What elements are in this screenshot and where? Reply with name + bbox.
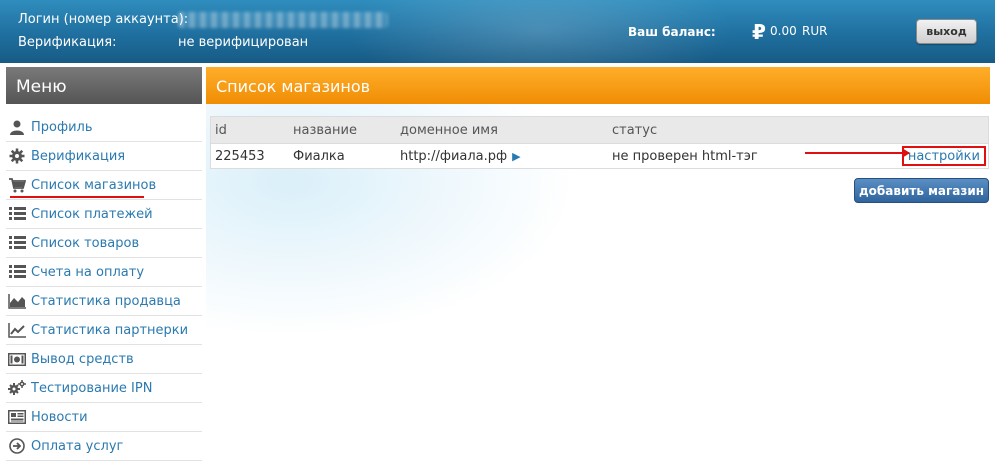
area-chart-icon xyxy=(8,293,26,309)
page-title: Список магазинов xyxy=(206,67,990,104)
money-icon xyxy=(8,351,26,367)
line-chart-icon xyxy=(8,322,26,338)
login-label: Логин (номер аккаунта): xyxy=(18,12,189,27)
logout-button[interactable]: выход xyxy=(916,19,977,44)
sidebar-menu: Профиль Верификация Список магазинов Спи… xyxy=(6,113,202,461)
shops-table: id название доменное имя статус 225453 Ф… xyxy=(210,116,989,169)
sidebar-item-label: Новости xyxy=(31,409,88,425)
cart-icon xyxy=(8,177,26,193)
sidebar-item-label: Оплата услуг xyxy=(31,438,124,454)
sidebar-item-services-payment[interactable]: Оплата услуг xyxy=(6,432,202,461)
column-header-name: название xyxy=(293,122,357,138)
add-shop-button[interactable]: добавить магазин xyxy=(854,178,989,203)
column-header-domain: доменное имя xyxy=(400,122,498,138)
sidebar-item-label: Статистика партнерки xyxy=(31,322,189,338)
annotation-arrow-icon xyxy=(805,148,910,158)
shop-status: не проверен html-тэг xyxy=(612,148,758,164)
ruble-icon: ₽ xyxy=(752,20,766,44)
arrow-circle-icon xyxy=(8,438,26,454)
balance-currency: RUR xyxy=(802,24,828,38)
login-value-blurred xyxy=(178,12,388,28)
settings-link[interactable]: настройки xyxy=(901,146,986,166)
sidebar-item-invoices[interactable]: Счета на оплату xyxy=(6,258,202,287)
sidebar-item-label: Верификация xyxy=(31,148,126,164)
top-header: Логин (номер аккаунта): Верификация: не … xyxy=(0,0,995,63)
column-header-status: статус xyxy=(612,122,658,138)
column-header-id: id xyxy=(215,122,227,138)
verification-value: не верифицирован xyxy=(178,35,309,50)
balance-label: Ваш баланс: xyxy=(628,25,716,39)
sidebar-item-shops[interactable]: Список магазинов xyxy=(6,171,202,200)
shop-action-cell: настройки xyxy=(802,146,988,166)
play-icon[interactable]: ▶ xyxy=(512,150,520,163)
gear-icon xyxy=(8,148,26,164)
sidebar-item-label: Список магазинов xyxy=(31,177,157,193)
sidebar-item-partner-stats[interactable]: Статистика партнерки xyxy=(6,316,202,345)
sidebar-item-seller-stats[interactable]: Статистика продавца xyxy=(6,287,202,316)
verification-label: Верификация: xyxy=(18,35,117,50)
list-icon xyxy=(8,206,26,222)
sidebar-item-ipn-test[interactable]: Тестирование IPN xyxy=(6,374,202,403)
sidebar-item-label: Тестирование IPN xyxy=(31,380,153,396)
sidebar-item-news[interactable]: Новости xyxy=(6,403,202,432)
table-header-row: id название доменное имя статус xyxy=(211,117,988,143)
sidebar-item-label: Статистика продавца xyxy=(31,293,181,309)
sidebar-item-label: Профиль xyxy=(31,119,93,135)
balance-amount: 0.00 xyxy=(770,24,797,38)
menu-title: Меню xyxy=(6,67,202,104)
newspaper-icon xyxy=(8,409,26,425)
sidebar-item-products[interactable]: Список товаров xyxy=(6,229,202,258)
table-row: 225453 Фиалка http://фиала.рф ▶ не прове… xyxy=(211,143,988,168)
sidebar-item-withdraw[interactable]: Вывод средств xyxy=(6,345,202,374)
shop-domain: http://фиала.рф xyxy=(400,148,508,164)
sidebar-item-label: Вывод средств xyxy=(31,351,134,367)
sidebar-item-profile[interactable]: Профиль xyxy=(6,113,202,142)
sidebar-item-payments[interactable]: Список платежей xyxy=(6,200,202,229)
shop-name: Фиалка xyxy=(293,148,345,164)
shop-id: 225453 xyxy=(215,148,265,164)
sidebar-item-label: Список платежей xyxy=(31,206,153,222)
list-icon xyxy=(8,264,26,280)
user-icon xyxy=(8,119,26,135)
sidebar-item-label: Счета на оплату xyxy=(31,264,145,280)
sidebar-item-verification[interactable]: Верификация xyxy=(6,142,202,171)
shop-domain-cell: http://фиала.рф ▶ xyxy=(400,149,612,164)
sidebar-item-label: Список товаров xyxy=(31,235,140,251)
list-icon xyxy=(8,235,26,251)
gears-icon xyxy=(8,380,26,396)
